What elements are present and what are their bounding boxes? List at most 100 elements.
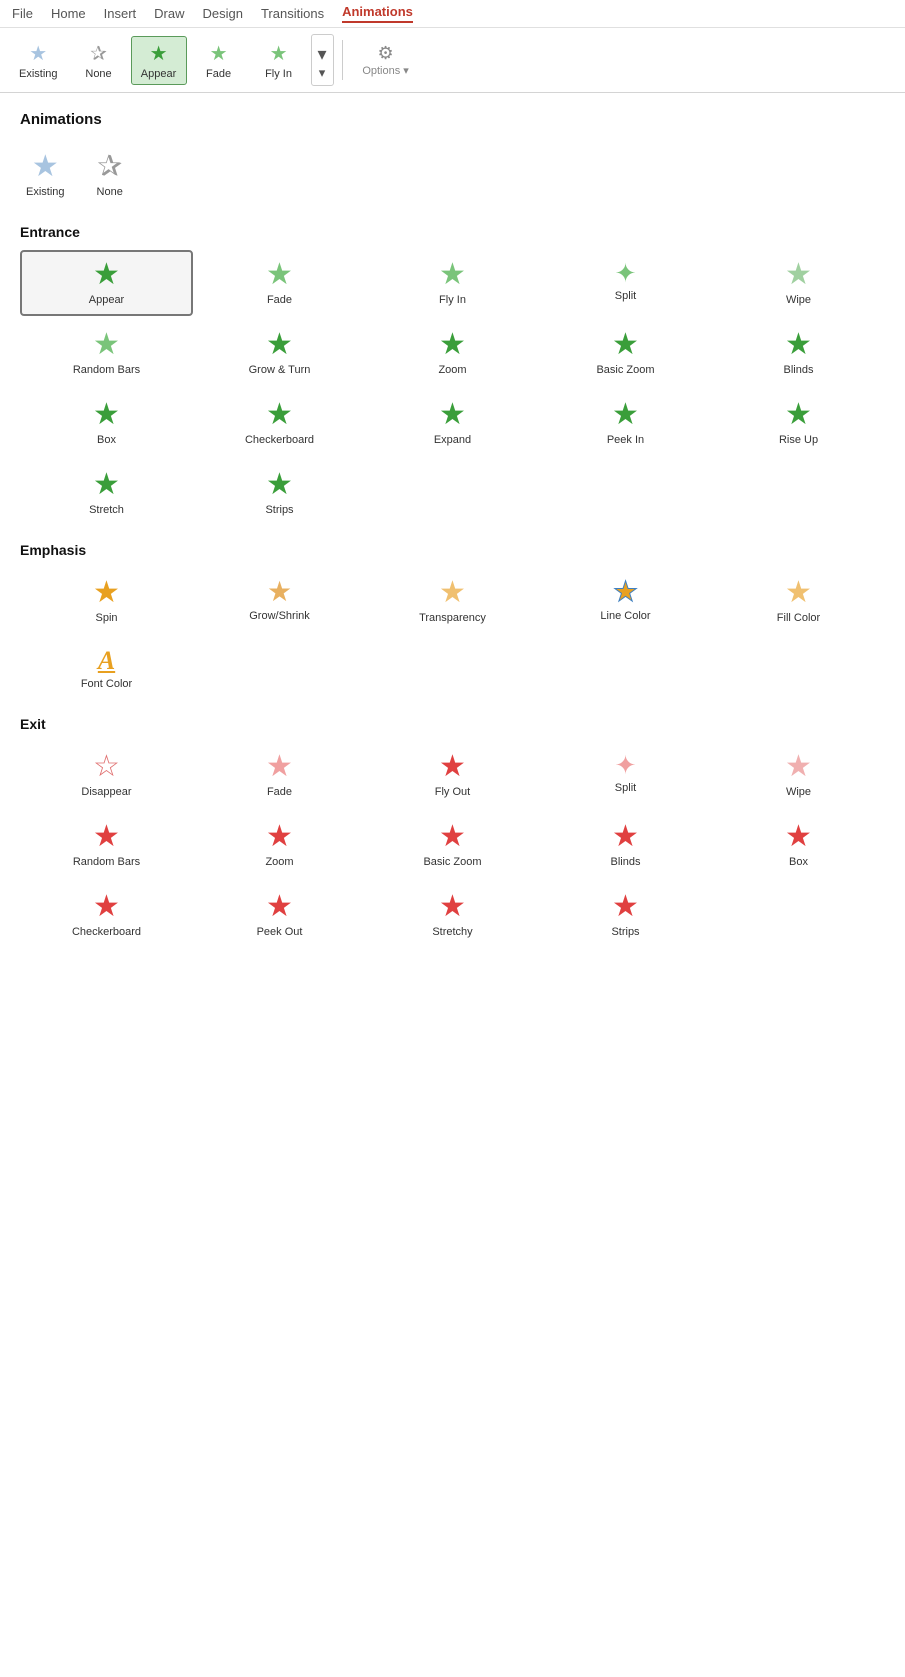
disappear-label: Disappear: [81, 786, 131, 798]
anim-riseup[interactable]: ★ Rise Up: [712, 390, 885, 456]
menu-design[interactable]: Design: [203, 6, 243, 21]
menu-insert[interactable]: Insert: [104, 6, 137, 21]
anim-split[interactable]: ✦ Split: [539, 250, 712, 316]
fillcolor-icon: ★: [785, 578, 812, 608]
exit-section-title: Exit: [20, 716, 885, 732]
anim-wipe[interactable]: ★ Wipe: [712, 250, 885, 316]
menu-file[interactable]: File: [12, 6, 33, 21]
growturn-label: Grow & Turn: [249, 364, 311, 376]
anim-exit-peekout[interactable]: ★ Peek Out: [193, 882, 366, 948]
existing-star-icon: ★: [29, 41, 47, 66]
split-icon: ✦: [615, 260, 637, 286]
anim-strips[interactable]: ★ Strips: [193, 460, 366, 526]
ribbon-none[interactable]: ✰ None: [71, 36, 127, 85]
fade-label: Fade: [267, 294, 292, 306]
anim-fade[interactable]: ★ Fade: [193, 250, 366, 316]
spin-label: Spin: [95, 612, 117, 624]
anim-none[interactable]: ✰ None: [91, 142, 129, 208]
ribbon-fade[interactable]: ★ Fade: [191, 36, 247, 85]
exit-wipe-label: Wipe: [786, 786, 811, 798]
fillcolor-label: Fill Color: [777, 612, 820, 624]
anim-checkerboard[interactable]: ★ Checkerboard: [193, 390, 366, 456]
menu-transitions[interactable]: Transitions: [261, 6, 324, 21]
exit-basiczoom-icon: ★: [439, 822, 466, 852]
disappear-icon: ☆: [93, 752, 120, 782]
main-content: Animations ★ Existing ✰ None Entrance ★ …: [0, 93, 905, 970]
anim-transparency[interactable]: ★ Transparency: [366, 568, 539, 634]
anim-appear[interactable]: ★ Appear: [20, 250, 193, 316]
fade-star-icon: ★: [210, 41, 228, 66]
anim-exit-basiczoom[interactable]: ★ Basic Zoom: [366, 812, 539, 878]
ribbon-existing-label: Existing: [19, 68, 58, 80]
exit-split-icon: ✦: [615, 752, 637, 778]
exit-peekout-label: Peek Out: [257, 926, 303, 938]
anim-linecolor[interactable]: ★ Line Color: [539, 568, 712, 634]
exit-wipe-icon: ★: [785, 752, 812, 782]
ribbon-more-button[interactable]: ▾: [311, 34, 334, 86]
basiczoom-label: Basic Zoom: [596, 364, 654, 376]
none-icon: ✰: [97, 152, 122, 182]
exit-strips-label: Strips: [611, 926, 639, 938]
anim-zoom[interactable]: ★ Zoom: [366, 320, 539, 386]
anim-exit-box[interactable]: ★ Box: [712, 812, 885, 878]
top-animations-row: ★ Existing ✰ None: [20, 142, 885, 208]
exit-fade-icon: ★: [266, 752, 293, 782]
anim-exit-split[interactable]: ✦ Split: [539, 742, 712, 808]
existing-label: Existing: [26, 186, 65, 198]
menu-draw[interactable]: Draw: [154, 6, 184, 21]
strips-icon: ★: [266, 470, 293, 500]
box-label: Box: [97, 434, 116, 446]
anim-peekin[interactable]: ★ Peek In: [539, 390, 712, 456]
anim-exit-wipe[interactable]: ★ Wipe: [712, 742, 885, 808]
emphasis-grid: ★ Spin ★ Grow/Shrink ★ Transparency ★ Li…: [20, 568, 885, 700]
basiczoom-icon: ★: [612, 330, 639, 360]
exit-zoom-label: Zoom: [265, 856, 293, 868]
anim-existing[interactable]: ★ Existing: [20, 142, 71, 208]
flyout-label: Fly Out: [435, 786, 470, 798]
anim-disappear[interactable]: ☆ Disappear: [20, 742, 193, 808]
blinds-icon: ★: [785, 330, 812, 360]
exit-blinds-label: Blinds: [611, 856, 641, 868]
anim-exit-fade[interactable]: ★ Fade: [193, 742, 366, 808]
exit-randombars-icon: ★: [93, 822, 120, 852]
menu-home[interactable]: Home: [51, 6, 86, 21]
exit-split-label: Split: [615, 782, 636, 794]
anim-expand[interactable]: ★ Expand: [366, 390, 539, 456]
ribbon-flyin-label: Fly In: [265, 68, 292, 80]
anim-blinds[interactable]: ★ Blinds: [712, 320, 885, 386]
anim-basiczoom[interactable]: ★ Basic Zoom: [539, 320, 712, 386]
stretch-icon: ★: [93, 470, 120, 500]
anim-exit-randombars[interactable]: ★ Random Bars: [20, 812, 193, 878]
anim-box[interactable]: ★ Box: [20, 390, 193, 456]
anim-growshrink[interactable]: ★ Grow/Shrink: [193, 568, 366, 634]
anim-exit-zoom[interactable]: ★ Zoom: [193, 812, 366, 878]
exit-strips-icon: ★: [612, 892, 639, 922]
ribbon-options-button[interactable]: ⚙ Options ▾: [351, 38, 421, 82]
anim-exit-checkerboard[interactable]: ★ Checkerboard: [20, 882, 193, 948]
anim-stretchy[interactable]: ★ Stretchy: [366, 882, 539, 948]
anim-exit-blinds[interactable]: ★ Blinds: [539, 812, 712, 878]
anim-flyout[interactable]: ★ Fly Out: [366, 742, 539, 808]
ribbon-appear[interactable]: ★ Appear: [131, 36, 187, 85]
exit-peekout-icon: ★: [266, 892, 293, 922]
split-label: Split: [615, 290, 636, 302]
anim-randombars[interactable]: ★ Random Bars: [20, 320, 193, 386]
anim-fontcolor[interactable]: A Font Color: [20, 638, 193, 700]
anim-stretch[interactable]: ★ Stretch: [20, 460, 193, 526]
menu-animations[interactable]: Animations: [342, 4, 413, 23]
fontcolor-icon: A: [98, 648, 115, 674]
exit-basiczoom-label: Basic Zoom: [423, 856, 481, 868]
anim-exit-strips[interactable]: ★ Strips: [539, 882, 712, 948]
flyin-star-icon: ★: [270, 41, 288, 66]
ribbon-flyin[interactable]: ★ Fly In: [251, 36, 307, 85]
ribbon-existing[interactable]: ★ Existing: [10, 36, 67, 85]
anim-flyin[interactable]: ★ Fly In: [366, 250, 539, 316]
wipe-label: Wipe: [786, 294, 811, 306]
anim-fillcolor[interactable]: ★ Fill Color: [712, 568, 885, 634]
ribbon-none-label: None: [85, 68, 111, 80]
existing-icon: ★: [32, 152, 59, 182]
anim-spin[interactable]: ★ Spin: [20, 568, 193, 634]
exit-randombars-label: Random Bars: [73, 856, 140, 868]
zoom-icon: ★: [439, 330, 466, 360]
anim-growturn[interactable]: ★ Grow & Turn: [193, 320, 366, 386]
